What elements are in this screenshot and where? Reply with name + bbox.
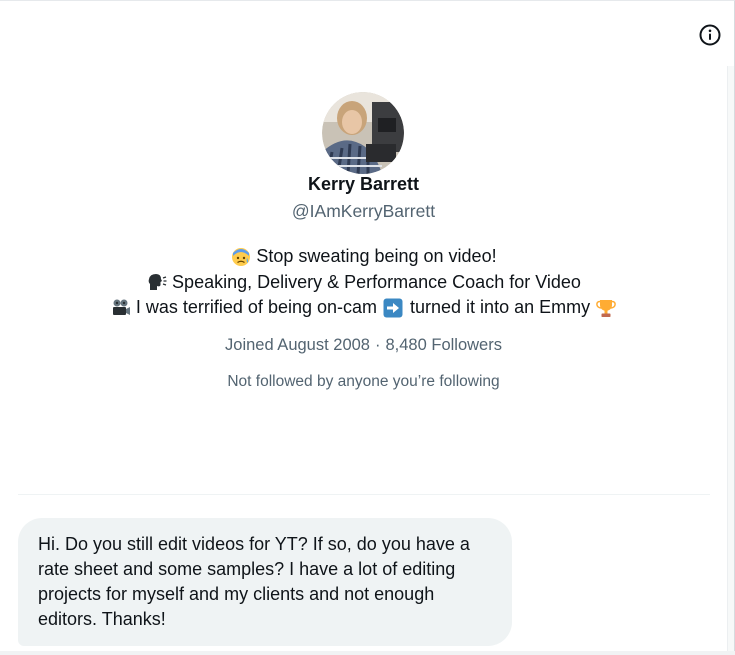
bio-line-2: Speaking, Delivery & Performance Coach f…	[0, 270, 727, 296]
info-icon[interactable]	[698, 23, 722, 47]
bio-text-2: Speaking, Delivery & Performance Coach f…	[172, 271, 581, 292]
profile-name[interactable]: Kerry Barrett	[0, 174, 727, 195]
trophy-icon	[595, 297, 617, 319]
message-text: Hi. Do you still edit videos for YT? If …	[38, 534, 470, 629]
speaking-head-icon	[146, 271, 168, 293]
bio-text-3b: turned it into an Emmy	[410, 297, 591, 317]
message-bubble[interactable]: Hi. Do you still edit videos for YT? If …	[18, 518, 512, 646]
profile-bio: Stop sweating being on video! Speaking, …	[0, 244, 727, 321]
divider	[18, 494, 710, 495]
joined-date: Joined August 2008	[225, 336, 370, 354]
followed-by-text: Not followed by anyone you’re following	[227, 373, 500, 390]
bio-text-1: Stop sweating being on video!	[256, 246, 497, 266]
info-circle-icon	[699, 24, 721, 46]
bio-line-3: I was terrified of being on-cam turned i…	[0, 295, 727, 321]
movie-camera-icon	[110, 297, 132, 319]
profile-meta: Joined August 2008 · 8,480 Followers	[0, 336, 727, 355]
profile-photo	[322, 92, 404, 174]
conversation-panel: Kerry Barrett @IAmKerryBarrett Stop swea…	[0, 0, 735, 655]
bio-line-1: Stop sweating being on video!	[0, 244, 727, 270]
meta-separator: ·	[374, 336, 381, 354]
scrollbar[interactable]	[727, 66, 734, 655]
bottom-edge	[0, 651, 735, 655]
profile-handle[interactable]: @IAmKerryBarrett	[0, 201, 727, 222]
bio-text-3a: I was terrified of being on-cam	[135, 297, 378, 317]
followers-count[interactable]: 8,480 Followers	[385, 336, 501, 354]
right-arrow-icon	[382, 297, 404, 319]
anxious-sweat-face-icon	[230, 246, 252, 268]
avatar[interactable]	[322, 92, 404, 174]
